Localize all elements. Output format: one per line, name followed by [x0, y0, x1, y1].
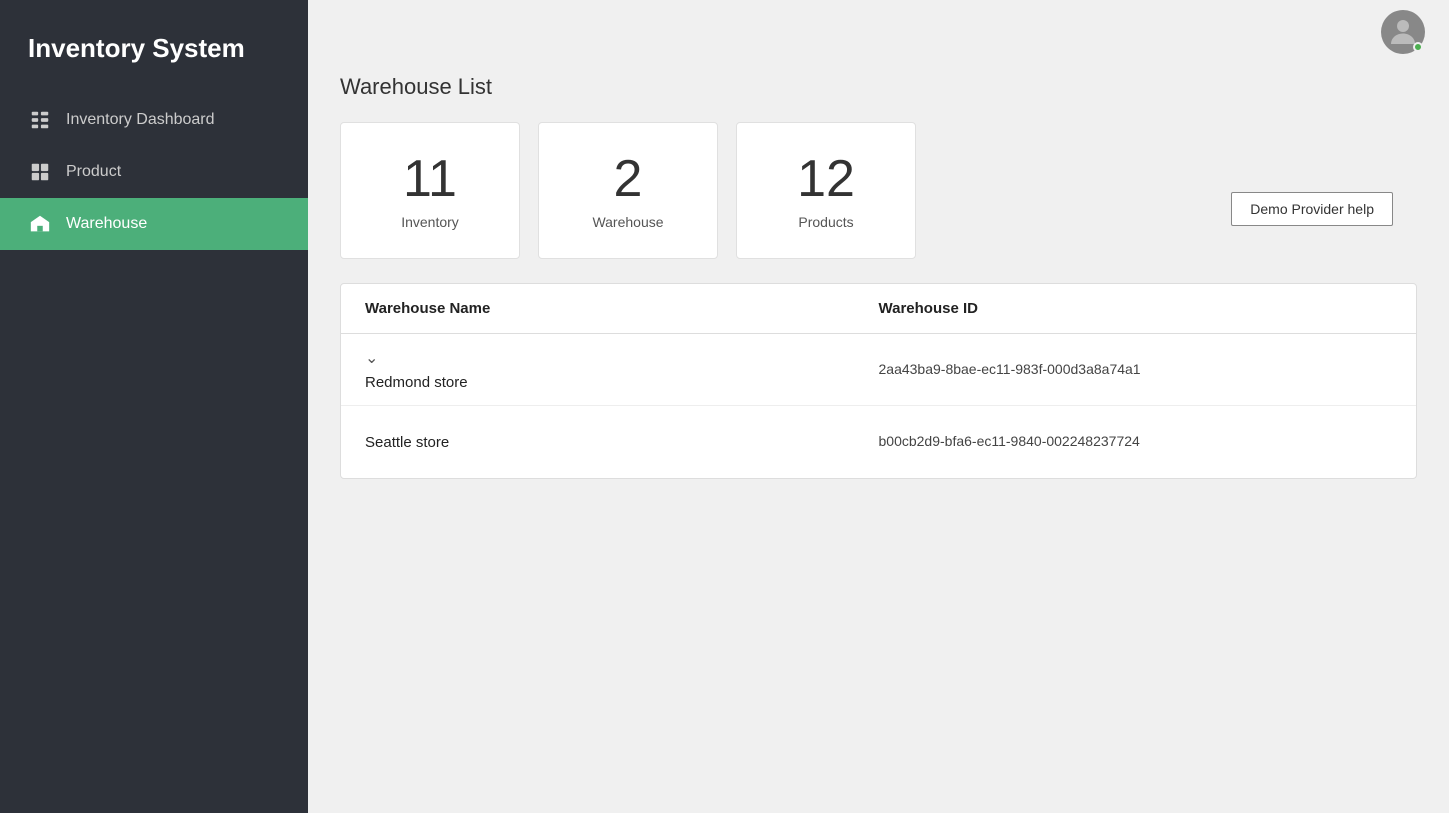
warehouse-id: b00cb2d9-bfa6-ec11-9840-002248237724 — [879, 433, 1140, 449]
row-name-cell: ⌄ Redmond store — [365, 348, 879, 391]
stat-card-warehouse: 2 Warehouse — [538, 122, 718, 259]
table-row[interactable]: Seattle store b00cb2d9-bfa6-ec11-9840-00… — [341, 406, 1416, 478]
main-content: Warehouse List Demo Provider help 11 Inv… — [308, 0, 1449, 813]
top-area: Warehouse List Demo Provider help — [340, 74, 1417, 100]
stat-label-inventory: Inventory — [401, 214, 459, 230]
sidebar-nav: Inventory Dashboard Product Warehouse — [0, 94, 308, 250]
warehouse-id: 2aa43ba9-8bae-ec11-983f-000d3a8a74a1 — [879, 361, 1141, 377]
content-area: Warehouse List Demo Provider help 11 Inv… — [308, 64, 1449, 813]
chevron-down-icon: ⌄ — [365, 348, 879, 368]
page-title: Warehouse List — [340, 74, 1417, 100]
sidebar-item-label: Product — [66, 163, 121, 181]
stat-card-inventory: 11 Inventory — [340, 122, 520, 259]
warehouse-icon — [28, 212, 52, 236]
stat-number-products: 12 — [797, 151, 855, 208]
sidebar: Inventory System Inventory Dashboard — [0, 0, 308, 813]
warehouse-name: Seattle store — [365, 434, 879, 451]
sidebar-item-label: Inventory Dashboard — [66, 111, 215, 129]
row-id-cell: 2aa43ba9-8bae-ec11-983f-000d3a8a74a1 — [879, 361, 1393, 379]
warehouse-table: Warehouse Name Warehouse ID ⌄ Redmond st… — [340, 283, 1417, 479]
topbar — [308, 0, 1449, 64]
stats-row: 11 Inventory 2 Warehouse 12 Products — [340, 122, 1417, 259]
stat-label-warehouse: Warehouse — [592, 214, 663, 230]
sidebar-item-label: Warehouse — [66, 215, 147, 233]
warehouse-name: Redmond store — [365, 374, 879, 391]
stat-label-products: Products — [798, 214, 853, 230]
table-row[interactable]: ⌄ Redmond store 2aa43ba9-8bae-ec11-983f-… — [341, 334, 1416, 406]
col-header-id: Warehouse ID — [879, 300, 1393, 317]
row-id-cell: b00cb2d9-bfa6-ec11-9840-002248237724 — [879, 433, 1393, 451]
user-avatar[interactable] — [1381, 10, 1425, 54]
stat-number-warehouse: 2 — [614, 151, 643, 208]
dashboard-icon — [28, 108, 52, 132]
app-title: Inventory System — [0, 0, 308, 94]
stat-card-products: 12 Products — [736, 122, 916, 259]
stat-number-inventory: 11 — [403, 151, 457, 208]
avatar-status-dot — [1413, 42, 1423, 52]
product-icon — [28, 160, 52, 184]
sidebar-item-inventory-dashboard[interactable]: Inventory Dashboard — [0, 94, 308, 146]
help-button[interactable]: Demo Provider help — [1231, 192, 1393, 226]
table-header: Warehouse Name Warehouse ID — [341, 284, 1416, 334]
sidebar-item-warehouse[interactable]: Warehouse — [0, 198, 308, 250]
col-header-name: Warehouse Name — [365, 300, 879, 317]
row-name-cell: Seattle store — [365, 434, 879, 451]
sidebar-item-product[interactable]: Product — [0, 146, 308, 198]
